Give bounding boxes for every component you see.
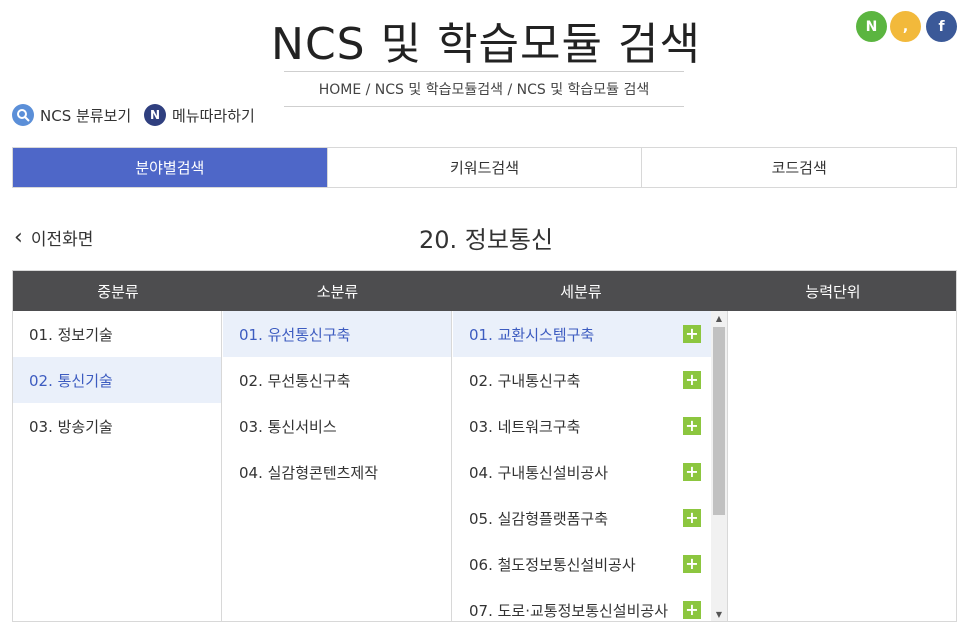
list-item[interactable]: 03. 네트워크구축 + [453, 403, 711, 449]
tab-keyword-search[interactable]: 키워드검색 [326, 148, 642, 187]
list-item-label: 03. 네트워크구축 [469, 417, 581, 436]
quick-link-label: 메뉴따라하기 [172, 106, 255, 125]
list-item[interactable]: 01. 교환시스템구축 + [453, 311, 711, 357]
middle-category-list: 01. 정보기술 02. 통신기술 03. 방송기술 [13, 311, 222, 621]
search-icon [12, 104, 34, 126]
naver-share-icon[interactable]: N [856, 11, 887, 42]
search-tabs: 분야별검색 키워드검색 코드검색 [12, 147, 957, 188]
list-item-label: 06. 철도정보통신설비공사 [469, 555, 636, 574]
section-title: 20. 정보통신 [418, 226, 554, 254]
list-item[interactable]: 02. 구내통신구축 + [453, 357, 711, 403]
list-item[interactable]: 06. 철도정보통신설비공사 + [453, 541, 711, 587]
list-item[interactable]: 05. 실감형플랫폼구축 + [453, 495, 711, 541]
scroll-down-icon[interactable]: ▼ [711, 607, 727, 621]
grid-header: 중분류 소분류 세분류 능력단위 [13, 271, 956, 311]
list-item[interactable]: 02. 통신기술 [13, 357, 221, 403]
breadcrumb: HOME / NCS 및 학습모듈검색 / NCS 및 학습모듈 검색 [318, 82, 650, 98]
column-header-middle: 중분류 [97, 282, 139, 301]
detail-list-scrollbar[interactable]: ▲ ▼ [711, 311, 727, 621]
tab-field-search[interactable]: 분야별검색 [13, 148, 327, 187]
detail-category-list: 01. 교환시스템구축 + 02. 구내통신구축 + 03. 네트워크구축 + 04.… [453, 311, 711, 621]
plus-icon[interactable]: + [683, 463, 701, 481]
page-title: NCS 및 학습모듈 검색 [271, 19, 701, 70]
column-header-small: 소분류 [316, 282, 359, 301]
plus-icon[interactable]: + [683, 325, 701, 343]
list-item[interactable]: 07. 도로·교통정보통신설비공사 + [453, 587, 711, 621]
plus-icon[interactable]: + [683, 509, 701, 527]
list-item[interactable]: 01. 유선통신구축 [223, 311, 451, 357]
list-item[interactable]: 04. 실감형콘텐츠제작 [223, 449, 451, 495]
facebook-share-icon[interactable]: f [926, 11, 957, 42]
competency-unit-list [727, 311, 956, 621]
list-item[interactable]: 03. 방송기술 [13, 403, 221, 449]
kakao-story-share-icon[interactable]: , [890, 11, 921, 42]
scroll-up-icon[interactable]: ▲ [711, 311, 727, 325]
list-item-label: 02. 구내통신구축 [469, 371, 581, 390]
list-item[interactable]: 02. 무선통신구축 [223, 357, 451, 403]
list-item[interactable]: 01. 정보기술 [13, 311, 221, 357]
quick-link-label: NCS 분류보기 [40, 106, 132, 125]
n-badge-icon: N [144, 104, 166, 126]
column-header-competency: 능력단위 [805, 282, 861, 301]
plus-icon[interactable]: + [683, 371, 701, 389]
list-item[interactable]: 04. 구내통신설비공사 + [453, 449, 711, 495]
plus-icon[interactable]: + [683, 417, 701, 435]
ncs-category-view-link[interactable]: NCS 분류보기 [12, 104, 131, 126]
menu-guide-link[interactable]: N 메뉴따라하기 [144, 104, 255, 126]
column-header-detail: 세분류 [560, 282, 602, 301]
list-item-label: 07. 도로·교통정보통신설비공사 [469, 601, 668, 620]
list-item[interactable]: 03. 통신서비스 [223, 403, 451, 449]
plus-icon[interactable]: + [683, 601, 701, 619]
title-divider-top [284, 71, 684, 72]
classification-grid: 중분류 소분류 세분류 능력단위 01. 정보기술 02. 통신기술 03. 방… [12, 270, 957, 622]
tab-code-search[interactable]: 코드검색 [641, 148, 957, 187]
list-item-label: 04. 구내통신설비공사 [469, 463, 609, 482]
scrollbar-thumb[interactable] [713, 327, 725, 515]
list-item-label: 01. 교환시스템구축 [469, 325, 595, 344]
small-category-list: 01. 유선통신구축 02. 무선통신구축 03. 통신서비스 04. 실감형콘… [223, 311, 452, 621]
plus-icon[interactable]: + [683, 555, 701, 573]
title-divider-bottom [284, 106, 684, 107]
list-item-label: 05. 실감형플랫폼구축 [469, 509, 609, 528]
